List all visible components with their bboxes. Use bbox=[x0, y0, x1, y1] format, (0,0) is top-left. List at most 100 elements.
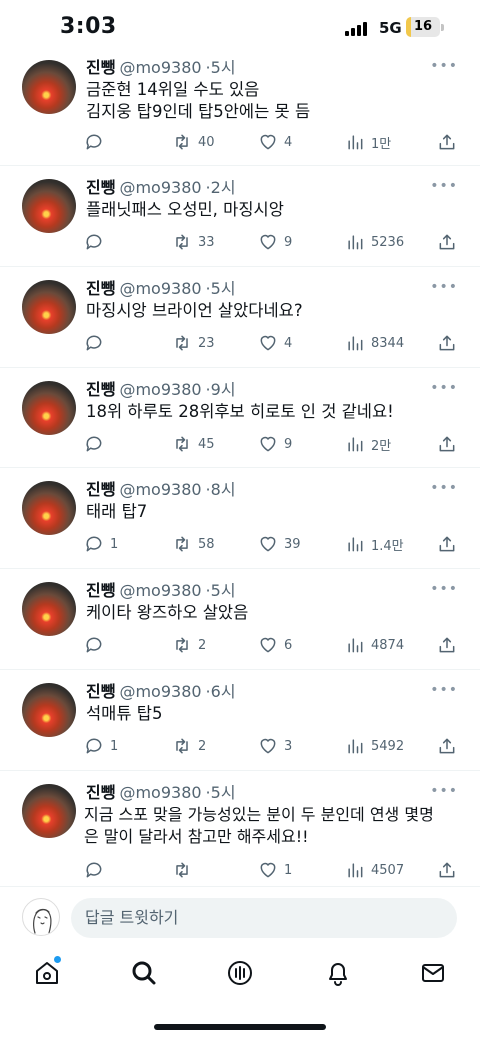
views-button[interactable]: 5236 bbox=[345, 232, 404, 252]
more-options-icon[interactable]: ••• bbox=[430, 380, 458, 396]
display-name[interactable]: 진뺑 bbox=[86, 178, 115, 197]
retweet-button[interactable]: 45 bbox=[172, 434, 215, 454]
reply-input[interactable]: 답글 트윗하기 bbox=[71, 898, 457, 938]
display-name[interactable]: 진뺑 bbox=[86, 279, 115, 298]
more-options-icon[interactable]: ••• bbox=[430, 581, 458, 597]
like-button[interactable]: 4 bbox=[258, 132, 292, 152]
user-handle[interactable]: @mo9380 bbox=[119, 58, 201, 77]
more-options-icon[interactable]: ••• bbox=[430, 279, 458, 295]
like-button[interactable]: 9 bbox=[258, 434, 292, 454]
retweet-button[interactable]: 58 bbox=[172, 534, 215, 554]
tweet[interactable]: 진뺑 @mo9380·9시 ••• 18위 하루토 28위후보 히로토 인 것 같… bbox=[0, 368, 480, 468]
reply-button[interactable]: 1 bbox=[84, 736, 118, 756]
user-handle[interactable]: @mo9380 bbox=[119, 682, 201, 701]
tweet[interactable]: 진뺑 @mo9380·8시 ••• 태래 탑7 1 58 39 1.4만 bbox=[0, 468, 480, 569]
share-button[interactable] bbox=[437, 534, 457, 554]
user-handle[interactable]: @mo9380 bbox=[119, 783, 201, 802]
like-button[interactable]: 39 bbox=[258, 534, 301, 554]
more-options-icon[interactable]: ••• bbox=[430, 178, 458, 194]
avatar[interactable] bbox=[22, 60, 76, 114]
views-button[interactable]: 5492 bbox=[345, 736, 404, 756]
share-button[interactable] bbox=[437, 232, 457, 252]
avatar[interactable] bbox=[22, 381, 76, 435]
more-options-icon[interactable]: ••• bbox=[430, 783, 458, 799]
avatar[interactable] bbox=[22, 683, 76, 737]
reply-button[interactable] bbox=[84, 635, 110, 655]
view-count: 5236 bbox=[371, 234, 405, 250]
views-button[interactable]: 1.4만 bbox=[345, 534, 404, 554]
view-count: 8344 bbox=[371, 335, 405, 351]
retweet-button[interactable] bbox=[172, 860, 198, 880]
tweet[interactable]: 진뺑 @mo9380·6시 ••• 석매튜 탑5 1 2 3 5492 bbox=[0, 670, 480, 771]
views-button[interactable]: 2만 bbox=[345, 434, 391, 454]
reply-button[interactable] bbox=[84, 333, 110, 353]
reply-icon bbox=[86, 738, 102, 754]
share-button[interactable] bbox=[437, 860, 457, 880]
user-avatar[interactable] bbox=[22, 898, 60, 936]
retweet-count: 23 bbox=[198, 335, 215, 351]
tweet[interactable]: 진뺑 @mo9380·5시 ••• 지금 스포 맞을 가능성있는 분이 두 분인데… bbox=[0, 771, 480, 887]
reply-button[interactable] bbox=[84, 434, 110, 454]
views-button[interactable]: 1만 bbox=[345, 132, 391, 152]
avatar[interactable] bbox=[22, 280, 76, 334]
tweet-line: 지금 스포 맞을 가능성있는 분이 두 분인데 연생 몇명 bbox=[84, 805, 434, 824]
views-button[interactable]: 4874 bbox=[345, 635, 404, 655]
more-options-icon[interactable]: ••• bbox=[430, 480, 458, 496]
user-handle[interactable]: @mo9380 bbox=[119, 480, 201, 499]
avatar[interactable] bbox=[22, 179, 76, 233]
user-handle[interactable]: @mo9380 bbox=[119, 581, 201, 600]
share-icon bbox=[439, 862, 455, 878]
tweet-line: 석매튜 탑5 bbox=[86, 704, 163, 723]
avatar[interactable] bbox=[22, 784, 76, 838]
reply-button[interactable]: 1 bbox=[84, 534, 118, 554]
share-button[interactable] bbox=[437, 736, 457, 756]
like-button[interactable]: 3 bbox=[258, 736, 292, 756]
views-chart-icon bbox=[348, 863, 363, 878]
avatar[interactable] bbox=[22, 582, 76, 636]
retweet-button[interactable]: 2 bbox=[172, 736, 206, 756]
more-options-icon[interactable]: ••• bbox=[430, 682, 458, 698]
views-chart-icon bbox=[348, 135, 363, 150]
display-name[interactable]: 진뺑 bbox=[86, 783, 115, 802]
like-button[interactable]: 4 bbox=[258, 333, 292, 353]
tweet[interactable]: 진뺑 @mo9380·5시 ••• 마징시앙 브라이언 살았다네요? 23 4 8… bbox=[0, 267, 480, 368]
user-handle[interactable]: @mo9380 bbox=[119, 279, 201, 298]
reply-button[interactable] bbox=[84, 232, 110, 252]
tab-notifications[interactable] bbox=[323, 958, 353, 988]
display-name[interactable]: 진뺑 bbox=[86, 581, 115, 600]
views-button[interactable]: 4507 bbox=[345, 860, 404, 880]
share-button[interactable] bbox=[437, 333, 457, 353]
views-button[interactable]: 8344 bbox=[345, 333, 404, 353]
tweet[interactable]: 진뺑 @mo9380·2시 ••• 플래닛패스 오성민, 마징시앙 33 9 52… bbox=[0, 166, 480, 267]
views-chart-icon bbox=[348, 537, 363, 552]
tweet[interactable]: 진뺑 @mo9380·5시 ••• 케이타 왕즈하오 살았음 2 6 4874 bbox=[0, 569, 480, 670]
avatar[interactable] bbox=[22, 481, 76, 535]
display-name[interactable]: 진뺑 bbox=[86, 58, 115, 77]
reply-button[interactable] bbox=[84, 860, 110, 880]
reply-button[interactable] bbox=[84, 132, 110, 152]
like-button[interactable]: 9 bbox=[258, 232, 292, 252]
retweet-button[interactable]: 33 bbox=[172, 232, 215, 252]
display-name[interactable]: 진뺑 bbox=[86, 682, 115, 701]
tab-search[interactable] bbox=[129, 958, 159, 988]
like-button[interactable]: 1 bbox=[258, 860, 292, 880]
more-options-icon[interactable]: ••• bbox=[430, 58, 458, 74]
retweet-button[interactable]: 2 bbox=[172, 635, 206, 655]
retweet-button[interactable]: 40 bbox=[172, 132, 215, 152]
share-button[interactable] bbox=[437, 132, 457, 152]
tweet-feed[interactable]: 진뺑 @mo9380·5시 ••• 금준현 14위일 수도 있음 김지웅 탑9인데 … bbox=[0, 54, 480, 887]
tab-spaces[interactable] bbox=[225, 958, 255, 988]
share-icon bbox=[439, 134, 455, 150]
like-button[interactable]: 6 bbox=[258, 635, 292, 655]
tweet-time: 5시 bbox=[210, 783, 236, 802]
retweet-button[interactable]: 23 bbox=[172, 333, 215, 353]
tweet[interactable]: 진뺑 @mo9380·5시 ••• 금준현 14위일 수도 있음 김지웅 탑9인데 … bbox=[0, 54, 480, 166]
share-button[interactable] bbox=[437, 434, 457, 454]
display-name[interactable]: 진뺑 bbox=[86, 480, 115, 499]
display-name[interactable]: 진뺑 bbox=[86, 380, 115, 399]
user-handle[interactable]: @mo9380 bbox=[119, 380, 201, 399]
user-handle[interactable]: @mo9380 bbox=[119, 178, 201, 197]
share-button[interactable] bbox=[437, 635, 457, 655]
tweet-line: 케이타 왕즈하오 살았음 bbox=[86, 603, 249, 622]
tab-messages[interactable] bbox=[418, 958, 448, 988]
